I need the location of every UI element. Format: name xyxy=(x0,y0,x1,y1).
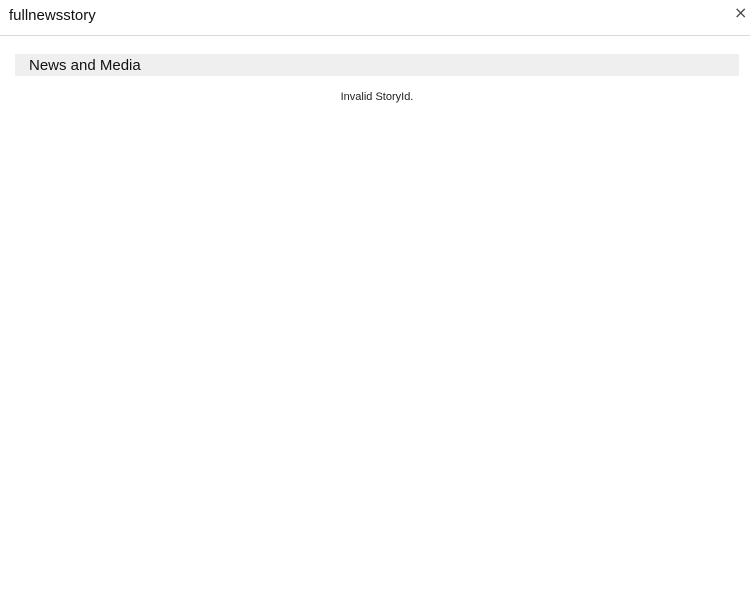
close-icon[interactable]: × xyxy=(734,5,747,21)
error-message: Invalid StoryId. xyxy=(340,91,414,103)
dialog-title: fullnewsstory xyxy=(9,7,96,24)
dialog-header: fullnewsstory × xyxy=(0,0,750,36)
section-header: News and Media xyxy=(15,54,739,76)
section-title: News and Media xyxy=(29,57,141,74)
news-story-dialog: fullnewsstory × News and Media Invalid S… xyxy=(0,0,750,597)
